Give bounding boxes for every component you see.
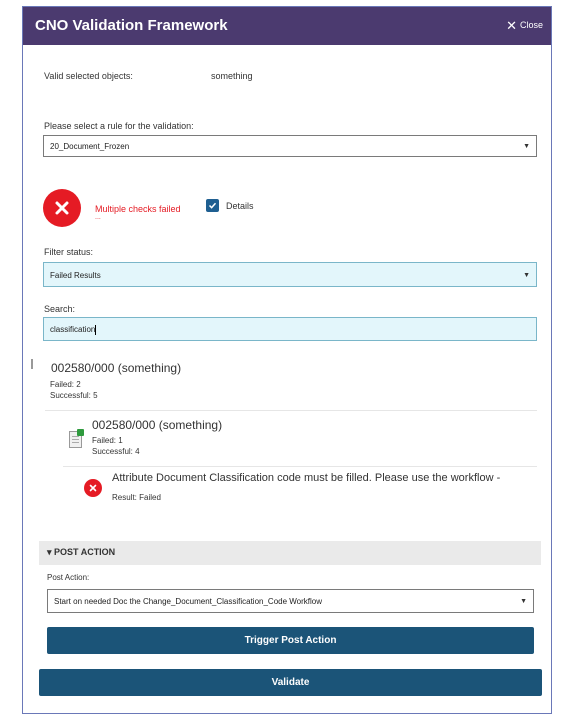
rule-label: Please select a rule for the validation: — [44, 121, 194, 131]
details-label: Details — [226, 201, 254, 211]
filter-select[interactable]: Failed Results ▼ — [43, 262, 537, 287]
rule-select[interactable]: 20_Document_Frozen ▼ — [43, 135, 537, 157]
close-icon: ✕ — [506, 17, 517, 33]
check-icon — [208, 202, 217, 209]
divider — [45, 410, 537, 411]
title-bar: CNO Validation Framework ✕ Close — [23, 7, 551, 45]
divider — [63, 466, 537, 467]
text-cursor — [95, 325, 97, 335]
error-small-icon — [84, 479, 102, 497]
result-parent-successful: Successful: 5 — [50, 391, 98, 400]
window-title: CNO Validation Framework — [35, 17, 228, 34]
result-child-failed: Failed: 1 — [92, 436, 123, 445]
details-checkbox[interactable] — [206, 199, 219, 212]
close-button[interactable]: ✕ Close — [506, 17, 543, 33]
post-action-label: Post Action: — [47, 573, 90, 582]
post-action-select-value: Start on needed Doc the Change_Document_… — [54, 597, 323, 606]
valid-objects-value: something — [211, 71, 253, 81]
document-icon — [69, 429, 84, 448]
post-action-section-header[interactable]: ▾ POST ACTION — [39, 541, 541, 565]
validate-button[interactable]: Validate — [39, 669, 542, 696]
validation-dialog: CNO Validation Framework ✕ Close Valid s… — [22, 6, 552, 714]
error-icon — [43, 189, 81, 227]
validation-message: Attribute Document Classification code m… — [112, 472, 501, 484]
chevron-down-icon: ▼ — [520, 598, 527, 605]
status-message: Multiple checks failed — [95, 204, 181, 214]
rule-select-value: 20_Document_Frozen — [50, 142, 130, 151]
post-action-select[interactable]: Start on needed Doc the Change_Document_… — [47, 589, 534, 613]
chevron-down-icon: ▼ — [523, 272, 530, 279]
filter-select-value: Failed Results — [50, 271, 101, 280]
chevron-down-icon: ▼ — [523, 143, 530, 150]
check-badge-icon — [77, 429, 84, 436]
filter-label: Filter status: — [44, 247, 94, 257]
close-label: Close — [519, 20, 543, 30]
result-child-title[interactable]: 002580/000 (something) — [92, 418, 222, 432]
valid-objects-label: Valid selected objects: — [44, 71, 133, 81]
resize-handle[interactable] — [31, 359, 33, 369]
result-parent-title[interactable]: 002580/000 (something) — [51, 361, 181, 375]
validation-result: Result: Failed — [112, 493, 161, 502]
result-parent-failed: Failed: 2 — [50, 380, 81, 389]
search-input[interactable]: classification — [43, 317, 537, 341]
result-child-successful: Successful: 4 — [92, 447, 140, 456]
trigger-post-action-button[interactable]: Trigger Post Action — [47, 627, 534, 654]
search-label: Search: — [44, 304, 76, 314]
search-input-value: classification — [50, 325, 96, 335]
status-ellipsis: ... — [95, 214, 101, 221]
